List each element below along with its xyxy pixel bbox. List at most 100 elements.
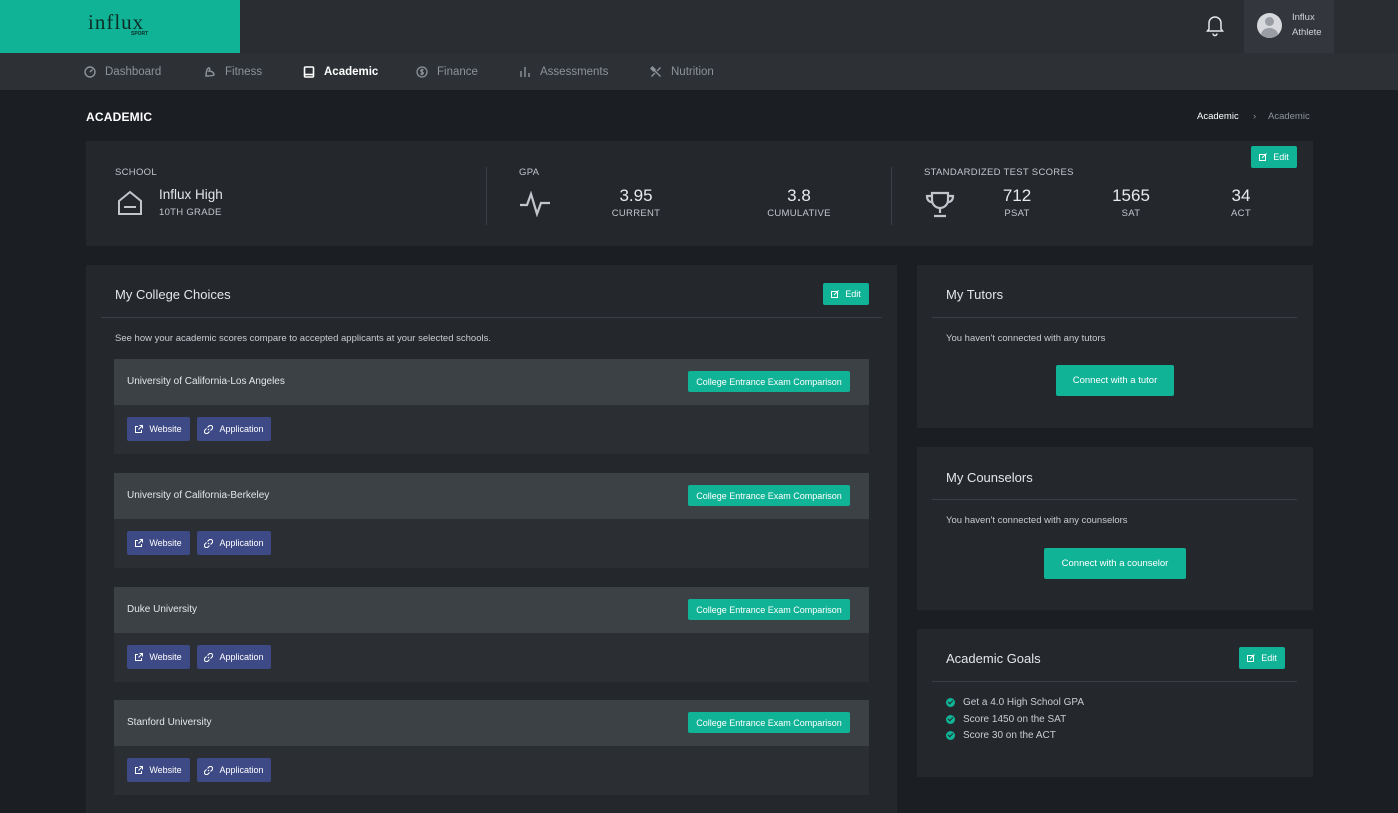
act-label: ACT [1231, 208, 1251, 219]
exam-comparison-button[interactable]: College Entrance Exam Comparison [688, 485, 850, 506]
page-title: ACADEMIC [86, 110, 153, 124]
connect-tutor-button[interactable]: Connect with a tutor [1056, 365, 1174, 396]
sat-value: 1565 [1112, 186, 1150, 205]
goals-edit-button[interactable]: Edit [1239, 647, 1285, 669]
application-button[interactable]: Application [197, 417, 271, 441]
website-label: Website [149, 652, 182, 662]
nav-item-finance[interactable]: Finance [416, 53, 478, 90]
pulse-icon [520, 191, 550, 217]
nav-item-dashboard[interactable]: Dashboard [84, 53, 161, 90]
user-role: Athlete [1292, 27, 1322, 38]
exam-comparison-button[interactable]: College Entrance Exam Comparison [688, 712, 850, 733]
nav-label: Fitness [225, 65, 263, 78]
edit-icon [1259, 153, 1268, 161]
edit-label: Edit [1273, 152, 1289, 162]
check-circle-icon [946, 731, 955, 740]
college-item-header: University of California-Berkeley Colleg… [114, 473, 869, 519]
counselors-empty-message: You haven't connected with any counselor… [946, 515, 1128, 526]
goal-text: Score 1450 on the SAT [963, 714, 1067, 725]
psat-label: PSAT [1004, 208, 1030, 219]
college-name: Duke University [127, 604, 198, 615]
website-label: Website [149, 538, 182, 548]
nav-item-academic[interactable]: Academic [303, 53, 378, 90]
tutors-empty-message: You haven't connected with any tutors [946, 333, 1106, 344]
edit-icon [831, 290, 840, 298]
application-label: Application [219, 538, 264, 548]
goal-text: Score 30 on the ACT [963, 730, 1056, 741]
school-label: SCHOOL [115, 167, 157, 178]
divider [891, 167, 892, 225]
nav-item-nutrition[interactable]: Nutrition [650, 53, 714, 90]
exam-comparison-button[interactable]: College Entrance Exam Comparison [688, 371, 850, 392]
college-choices-description: See how your academic scores compare to … [115, 333, 491, 344]
link-icon [204, 424, 214, 434]
dollar-coin-icon [416, 65, 428, 78]
application-label: Application [219, 424, 264, 434]
website-button[interactable]: Website [127, 645, 190, 669]
school-grade: 10TH GRADE [159, 207, 222, 218]
application-button[interactable]: Application [197, 758, 271, 782]
external-link-icon [135, 425, 144, 433]
college-choices-card: My College Choices Edit See how your aca… [86, 265, 897, 813]
test-scores-label: STANDARDIZED TEST SCORES [924, 167, 1074, 178]
nav-item-fitness[interactable]: Fitness [204, 53, 262, 90]
book-icon [303, 65, 315, 78]
utensils-icon [650, 65, 661, 77]
brand-logo[interactable]: influx SPORT [0, 0, 240, 53]
link-icon [204, 538, 214, 548]
divider [932, 499, 1297, 500]
college-name: Stanford University [127, 717, 212, 728]
website-button[interactable]: Website [127, 758, 190, 782]
breadcrumb-item[interactable]: Academic [1197, 111, 1239, 122]
external-link-icon [135, 539, 144, 547]
gpa-cumulative-label: CUMULATIVE [767, 208, 831, 219]
gpa-label: GPA [519, 167, 540, 178]
edit-label: Edit [845, 289, 861, 299]
user-name: Influx [1292, 12, 1315, 23]
college-item-header: Duke University College Entrance Exam Co… [114, 587, 869, 633]
exam-comparison-button[interactable]: College Entrance Exam Comparison [688, 599, 850, 620]
college-name: University of California-Berkeley [127, 490, 270, 501]
top-bar: influx SPORT Influx Athlete [0, 0, 1398, 53]
academic-summary-card: Edit SCHOOL Influx High 10TH GRADE GPA 3… [86, 141, 1313, 246]
college-item: University of California-Los Angeles Col… [114, 359, 869, 454]
gpa-cumulative-value: 3.8 [787, 186, 811, 205]
college-item: Stanford University College Entrance Exa… [114, 700, 869, 795]
goal-item: Get a 4.0 High School GPA [946, 697, 1084, 708]
breadcrumb-current: Academic [1268, 111, 1310, 122]
college-edit-button[interactable]: Edit [823, 283, 869, 305]
website-label: Website [149, 424, 182, 434]
nav-label: Nutrition [671, 65, 714, 78]
nav-label: Assessments [540, 65, 609, 78]
goal-item: Score 1450 on the SAT [946, 714, 1066, 725]
psat-value: 712 [1002, 186, 1032, 205]
divider [101, 317, 882, 318]
college-choices-title: My College Choices [115, 287, 231, 302]
application-button[interactable]: Application [197, 645, 271, 669]
counselors-title: My Counselors [946, 470, 1033, 485]
check-circle-icon [946, 715, 955, 724]
college-item-header: University of California-Los Angeles Col… [114, 359, 869, 405]
application-label: Application [219, 765, 264, 775]
tutors-title: My Tutors [946, 287, 1004, 302]
nav-label: Academic [324, 65, 379, 78]
nav-label: Dashboard [105, 65, 162, 78]
connect-counselor-button[interactable]: Connect with a counselor [1044, 548, 1186, 579]
main-nav: Dashboard Fitness Academic Finance Asses… [0, 53, 1398, 90]
edit-icon [1247, 654, 1256, 662]
user-menu[interactable]: Influx Athlete [1244, 0, 1334, 53]
application-button[interactable]: Application [197, 531, 271, 555]
check-circle-icon [946, 698, 955, 707]
divider [932, 317, 1297, 318]
divider [486, 167, 487, 225]
college-name: University of California-Los Angeles [127, 376, 285, 387]
website-button[interactable]: Website [127, 531, 190, 555]
gpa-current-label: CURRENT [611, 208, 661, 219]
edit-label: Edit [1261, 653, 1277, 663]
goal-item: Score 30 on the ACT [946, 730, 1056, 741]
summary-edit-button[interactable]: Edit [1251, 146, 1297, 168]
website-button[interactable]: Website [127, 417, 190, 441]
bar-chart-icon [520, 66, 530, 77]
bell-icon[interactable] [1205, 13, 1225, 37]
nav-item-assessments[interactable]: Assessments [519, 53, 608, 90]
